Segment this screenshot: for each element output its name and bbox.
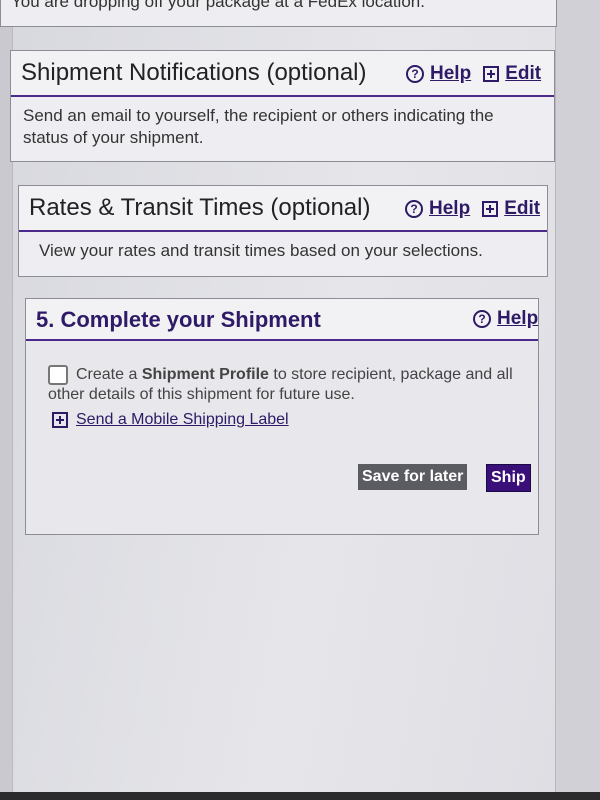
shipment-notifications-body: Send an email to yourself, the recipient… [23, 106, 494, 147]
complete-shipment-help-link[interactable]: Help [497, 308, 538, 330]
shipment-profile-text-bold: Shipment Profile [141, 366, 269, 384]
shipment-profile-checkbox[interactable] [48, 365, 68, 385]
bottom-taskbar-edge [0, 792, 600, 800]
shipment-profile-row: Create a Shipment Profile to store recip… [48, 365, 528, 405]
expand-icon [482, 201, 499, 217]
send-mobile-shipping-label-link[interactable]: Send a Mobile Shipping Label [76, 411, 289, 429]
save-for-later-button[interactable]: Save for later [358, 464, 468, 490]
help-icon: ? [406, 65, 424, 83]
shipment-notifications-actions: ? Help Edit [406, 63, 541, 85]
rates-transit-help-link[interactable]: Help [429, 198, 470, 220]
shipment-notifications-panel: Shipment Notifications (optional) ? Help… [10, 50, 555, 162]
help-icon: ? [405, 200, 423, 218]
shipment-notifications-title: Shipment Notifications (optional) [21, 59, 367, 86]
rates-transit-panel: Rates & Transit Times (optional) ? Help … [18, 185, 548, 277]
complete-shipment-title: 5. Complete your Shipment [36, 307, 321, 332]
complete-shipment-header: 5. Complete your Shipment ? Help [26, 299, 538, 341]
help-icon: ? [473, 310, 491, 328]
rates-transit-title: Rates & Transit Times (optional) [29, 194, 371, 221]
shipment-profile-text-pre: Create a [76, 366, 142, 384]
shipment-notifications-edit-link[interactable]: Edit [505, 63, 541, 85]
rates-transit-body: View your rates and transit times based … [39, 241, 483, 260]
rates-transit-edit-link[interactable]: Edit [504, 198, 540, 220]
expand-icon [52, 412, 68, 428]
shipment-notifications-header: Shipment Notifications (optional) ? Help… [11, 51, 554, 97]
ship-button[interactable]: Ship [486, 464, 531, 492]
dropoff-info-text: You are dropping off your package at a F… [11, 0, 425, 11]
rates-transit-actions: ? Help Edit [405, 198, 540, 220]
complete-shipment-actions: ? Help [473, 308, 538, 330]
expand-icon [483, 66, 500, 82]
mobile-label-row: Send a Mobile Shipping Label [52, 411, 289, 429]
shipment-notifications-help-link[interactable]: Help [430, 63, 471, 85]
dropoff-info-strip: You are dropping off your package at a F… [0, 0, 557, 27]
complete-shipment-panel: 5. Complete your Shipment ? Help Create … [25, 298, 539, 535]
rates-transit-header: Rates & Transit Times (optional) ? Help … [19, 186, 547, 232]
right-page-edge [555, 0, 600, 800]
